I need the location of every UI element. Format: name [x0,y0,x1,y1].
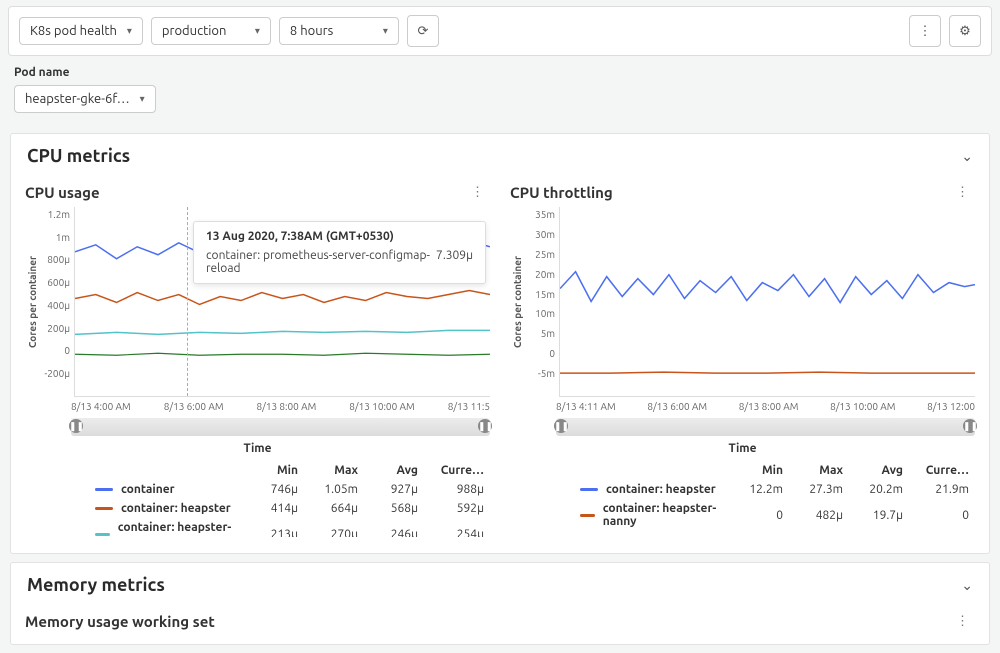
cpu-metrics-header[interactable]: CPU metrics ⌄ [11,134,989,178]
cpu-throttling-lines [560,207,975,396]
chevron-down-icon: ⌄ [961,148,973,165]
memory-usage-title: Memory usage working set [25,613,215,630]
cpu-throttling-title: CPU throttling [510,184,613,201]
environment-select[interactable]: production ▾ [151,17,271,45]
settings-button[interactable]: ⚙ [949,15,981,47]
chevron-down-icon: ▾ [140,93,145,105]
brush-handle-left[interactable]: ❚❚ [554,419,568,433]
cpu-throttling-y-ticks: 35m 30m 25m 20m 15m 10m 5m 0 -5m [525,207,559,397]
cpu-usage-panel: CPU usage ⋮ Cores per container 1.2m 1m … [25,184,490,537]
cpu-usage-chart[interactable]: Cores per container 1.2m 1m 800μ 600μ 40… [25,207,490,397]
memory-metrics-section: Memory metrics ⌄ Memory usage working se… [10,562,990,645]
chart-tooltip: 13 Aug 2020, 7:38AM (GMT+0530) container… [193,221,486,284]
cpu-usage-legend[interactable]: Min Max Avg Curre… container 746μ 1.05m … [25,461,490,537]
top-toolbar: K8s pod health ▾ production ▾ 8 hours ▾ … [8,6,992,56]
cpu-metrics-section: CPU metrics ⌄ CPU usage ⋮ Cores per cont… [10,133,990,554]
chevron-down-icon: ▾ [255,25,260,37]
legend-row[interactable]: container: heapster 414μ 664μ 568μ 592μ [25,499,490,518]
cpu-usage-title: CPU usage [25,184,100,201]
legend-header: Min Max Avg Curre… [25,461,490,480]
legend-row[interactable]: container: heapster-nanny 0 482μ 19.7μ 0 [510,499,975,531]
cpu-throttling-legend[interactable]: Min Max Avg Curre… container: heapster 1… [510,461,975,531]
environment-select-value: production [162,24,227,38]
pod-name-label: Pod name [14,66,986,79]
chevron-down-icon: ▾ [127,25,132,37]
time-range-select[interactable]: 8 hours ▾ [279,17,399,45]
y-axis-label: Cores per container [25,207,40,397]
pod-name-select[interactable]: heapster-gke-6f… ▾ [14,85,156,113]
cpu-throttling-plot[interactable] [559,207,975,397]
cpu-panels: CPU usage ⋮ Cores per container 1.2m 1m … [11,178,989,553]
panel-menu-button[interactable]: ⋮ [950,185,975,200]
legend-row[interactable]: container: heapster 12.2m 27.3m 20.2m 21… [510,480,975,499]
hover-line [187,207,188,396]
legend-header: Min Max Avg Curre… [510,461,975,480]
time-range-select-value: 8 hours [290,24,333,38]
dashboard-select-value: K8s pod health [30,24,117,38]
legend-row[interactable]: container: heapster-nanny 213μ 270μ 246μ… [25,518,490,537]
more-vertical-icon: ⋮ [919,24,932,39]
brush-handle-right[interactable]: ❚❚ [478,419,492,433]
memory-metrics-header[interactable]: Memory metrics ⌄ [11,563,989,607]
chevron-down-icon: ⌄ [961,577,973,594]
cpu-throttling-x-ticks: 8/13 4:11 AM 8/13 6:00 AM 8/13 8:00 AM 8… [510,397,975,412]
cpu-throttling-brush[interactable]: ❚❚ ❚❚ [556,418,975,436]
panel-menu-button[interactable]: ⋮ [465,185,490,200]
x-axis-label: Time [25,442,490,455]
cpu-metrics-title: CPU metrics [27,146,130,166]
tooltip-value: 7.309μ [436,249,473,275]
cpu-usage-plot[interactable]: 13 Aug 2020, 7:38AM (GMT+0530) container… [74,207,490,397]
y-axis-label: Cores per container [510,207,525,397]
cpu-throttling-chart[interactable]: Cores per container 35m 30m 25m 20m 15m … [510,207,975,397]
legend-row[interactable]: container 746μ 1.05m 927μ 988μ [25,480,490,499]
memory-usage-panel: Memory usage working set ⋮ [25,613,975,636]
tooltip-series-label: container: prometheus-server-configmap-r… [206,249,436,275]
cpu-usage-brush[interactable]: ❚❚ ❚❚ [71,418,490,436]
panel-menu-button[interactable]: ⋮ [950,614,975,629]
refresh-icon: ⟳ [417,24,428,39]
cpu-throttling-panel: CPU throttling ⋮ Cores per container 35m… [510,184,975,537]
pod-name-select-value: heapster-gke-6f… [25,92,130,106]
x-axis-label: Time [510,442,975,455]
memory-metrics-title: Memory metrics [27,575,165,595]
cpu-usage-x-ticks: 8/13 4:00 AM 8/13 6:00 AM 8/13 8:00 AM 8… [25,397,490,412]
refresh-button[interactable]: ⟳ [407,15,439,47]
gear-icon: ⚙ [959,24,971,39]
chevron-down-icon: ▾ [383,25,388,37]
more-actions-button[interactable]: ⋮ [909,15,941,47]
brush-handle-left[interactable]: ❚❚ [69,419,83,433]
filter-row: Pod name heapster-gke-6f… ▾ [0,62,1000,125]
brush-handle-right[interactable]: ❚❚ [963,419,977,433]
dashboard-select[interactable]: K8s pod health ▾ [19,17,143,45]
tooltip-timestamp: 13 Aug 2020, 7:38AM (GMT+0530) [206,230,473,243]
cpu-usage-y-ticks: 1.2m 1m 800μ 600μ 400μ 200μ 0 -200μ [40,207,74,397]
